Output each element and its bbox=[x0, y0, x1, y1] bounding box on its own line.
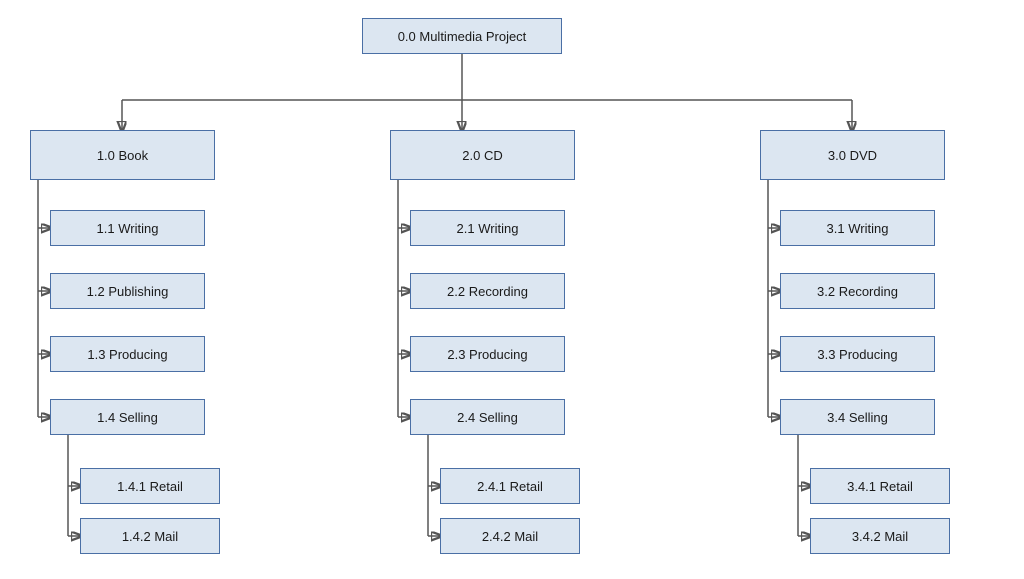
node-2-3: 2.3 Producing bbox=[410, 336, 565, 372]
node-3-4-1: 3.4.1 Retail bbox=[810, 468, 950, 504]
node-root: 0.0 Multimedia Project bbox=[362, 18, 562, 54]
node-1-1: 1.1 Writing bbox=[50, 210, 205, 246]
node-1-4: 1.4 Selling bbox=[50, 399, 205, 435]
node-1-3: 1.3 Producing bbox=[50, 336, 205, 372]
node-2-2: 2.2 Recording bbox=[410, 273, 565, 309]
node-book: 1.0 Book bbox=[30, 130, 215, 180]
node-2-4-2: 2.4.2 Mail bbox=[440, 518, 580, 554]
node-3-4: 3.4 Selling bbox=[780, 399, 935, 435]
node-cd: 2.0 CD bbox=[390, 130, 575, 180]
node-3-4-2: 3.4.2 Mail bbox=[810, 518, 950, 554]
node-1-4-1: 1.4.1 Retail bbox=[80, 468, 220, 504]
node-3-3: 3.3 Producing bbox=[780, 336, 935, 372]
node-dvd: 3.0 DVD bbox=[760, 130, 945, 180]
node-1-4-2: 1.4.2 Mail bbox=[80, 518, 220, 554]
diagram: 0.0 Multimedia Project 1.0 Book 2.0 CD 3… bbox=[0, 0, 1024, 579]
node-1-2: 1.2 Publishing bbox=[50, 273, 205, 309]
node-2-4-1: 2.4.1 Retail bbox=[440, 468, 580, 504]
node-3-1: 3.1 Writing bbox=[780, 210, 935, 246]
node-3-2: 3.2 Recording bbox=[780, 273, 935, 309]
node-2-4: 2.4 Selling bbox=[410, 399, 565, 435]
node-2-1: 2.1 Writing bbox=[410, 210, 565, 246]
